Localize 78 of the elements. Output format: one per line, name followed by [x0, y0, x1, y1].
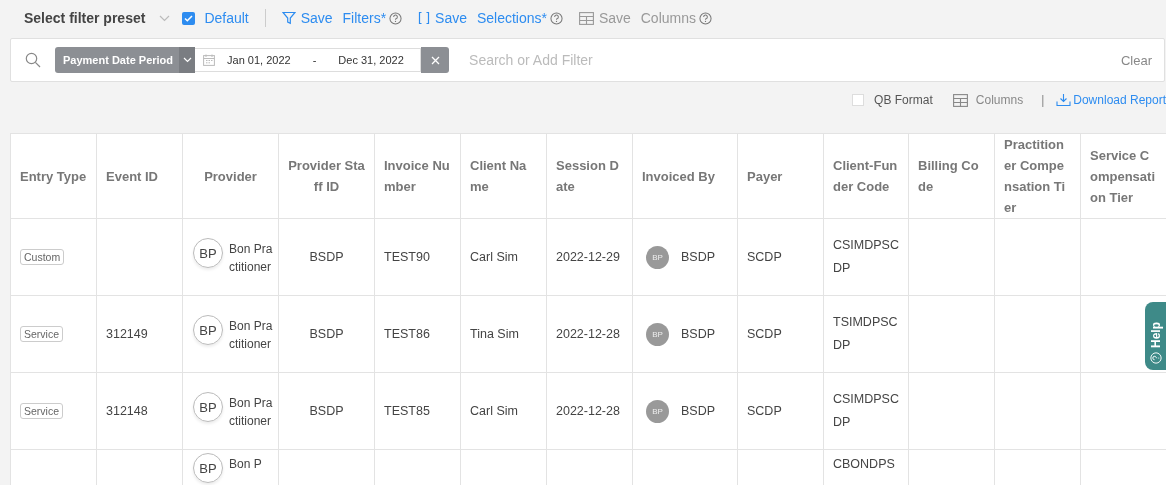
close-icon: [430, 55, 440, 65]
table-cell: CBONDPS: [833, 457, 895, 471]
entry-type-tag: Service: [20, 325, 63, 342]
avatar: BP: [646, 323, 669, 346]
column-header[interactable]: Client-Funder Code: [823, 133, 909, 219]
table-cell: BSDP: [309, 403, 344, 418]
provider-name: Bon Practitioner: [229, 395, 274, 430]
entry-type-tag: Service: [20, 402, 63, 419]
table-cell: BSDP: [309, 249, 344, 264]
help-icon: [1150, 352, 1162, 364]
table-cell: TSIMDPSCDP: [833, 315, 898, 352]
column-header[interactable]: Provider: [182, 133, 279, 219]
start-date: Jan 01, 2022: [227, 54, 291, 66]
column-header[interactable]: Billing Code: [908, 133, 995, 219]
save-action-button[interactable]: Save Selections*: [418, 10, 547, 26]
column-header[interactable]: Practitioner Compensation Tier: [994, 133, 1081, 219]
invoiced-by-name: BSDP: [681, 403, 716, 420]
table-cell: 2022-12-29: [556, 249, 620, 264]
separator: |: [1041, 93, 1045, 107]
columns-button[interactable]: Columns: [952, 93, 1024, 107]
provider-name: Bon Practitioner: [229, 318, 274, 353]
column-header[interactable]: Payer: [737, 133, 824, 219]
help-icon[interactable]: [699, 11, 712, 25]
default-checkbox[interactable]: [182, 11, 196, 25]
remove-filter-button[interactable]: [421, 47, 450, 73]
date-separator: -: [312, 54, 317, 66]
table-cell: SCDP: [747, 403, 782, 418]
avatar: BP: [646, 400, 669, 423]
table-cell: 2022-12-28: [556, 403, 620, 418]
invoiced-by-name: BSDP: [681, 326, 716, 343]
preset-label: Select filter preset: [24, 10, 146, 26]
column-header[interactable]: Event ID: [96, 133, 183, 219]
download-report-link[interactable]: Download Report: [1056, 93, 1166, 107]
table-cell: TEST90: [384, 249, 430, 264]
table-cell: TEST86: [384, 326, 430, 341]
download-icon: [1056, 93, 1072, 107]
table-cell: SCDP: [747, 326, 782, 341]
filter-icon: [281, 11, 296, 25]
clear-button[interactable]: Clear: [1120, 52, 1152, 68]
column-header[interactable]: Client Name: [460, 133, 547, 219]
table-cell: CSIMDPSCDP: [833, 392, 899, 429]
provider-name: Bon P: [229, 456, 263, 473]
column-header[interactable]: Entry Type: [10, 133, 97, 219]
brackets-icon: [418, 11, 431, 25]
table-icon: [952, 93, 968, 107]
provider-name: Bon Practitioner: [229, 241, 274, 276]
table-cell: 2022-12-28: [556, 326, 620, 341]
calendar-icon: [203, 54, 216, 66]
chevron-icon[interactable]: [182, 57, 192, 63]
table-cell: Carl Sim: [470, 403, 518, 418]
date-range-field[interactable]: Jan 01, 2022 - Dec 31, 2022: [195, 48, 422, 72]
search-field[interactable]: Search or Add Filter: [467, 51, 1121, 69]
table-cell: CSIMDPSCDP: [833, 238, 899, 275]
column-header[interactable]: Invoiced By: [632, 133, 738, 219]
column-header[interactable]: Service Compensation Tier: [1080, 133, 1166, 219]
table-cell: TEST85: [384, 403, 430, 418]
column-header[interactable]: Session Date: [546, 133, 633, 219]
help-icon[interactable]: [549, 11, 563, 25]
search-icon: [25, 52, 41, 68]
avatar: BP: [646, 246, 669, 269]
table-cell: SCDP: [747, 249, 782, 264]
save-action-button[interactable]: Save Filters*: [281, 10, 387, 26]
table-cell: Carl Sim: [470, 249, 518, 264]
table-cell: Tina Sim: [470, 326, 519, 341]
default-label[interactable]: Default: [204, 10, 249, 26]
end-date: Dec 31, 2022: [338, 54, 404, 66]
entry-type-tag: Custom: [20, 248, 65, 265]
table-cell: 312149: [106, 326, 148, 341]
column-header[interactable]: Invoice Number: [374, 133, 461, 219]
qb-format-label[interactable]: QB Format: [874, 93, 933, 107]
column-header[interactable]: Provider Staff ID: [278, 133, 375, 219]
invoiced-by-name: BSDP: [681, 249, 716, 266]
table-cell: 312148: [106, 403, 148, 418]
help-icon[interactable]: [389, 11, 403, 25]
table-cell: BSDP: [309, 326, 344, 341]
filter-chip[interactable]: Payment Date Period: [55, 47, 196, 73]
table-icon: [578, 11, 594, 25]
qb-format-checkbox[interactable]: [852, 94, 865, 106]
